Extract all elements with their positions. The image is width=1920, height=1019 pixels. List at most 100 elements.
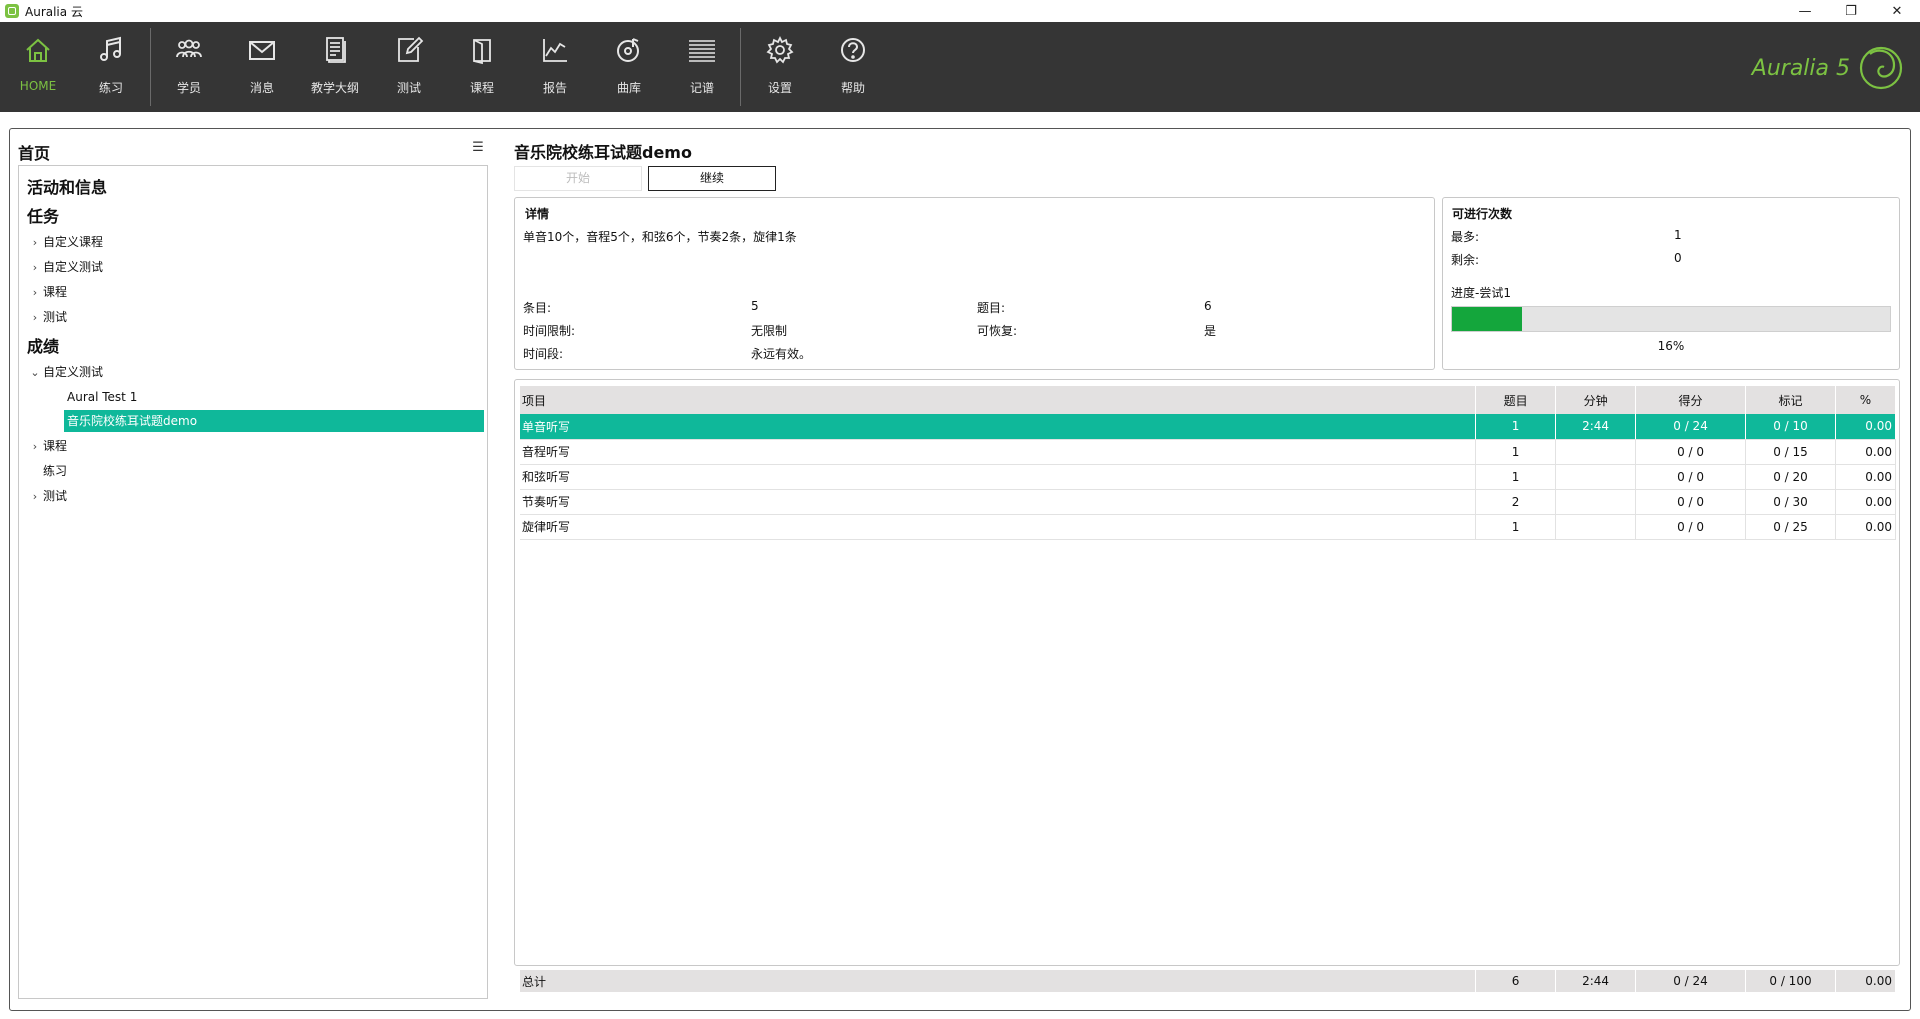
navigation-tree <box>18 165 488 999</box>
questions-value: 6 <box>1204 299 1212 313</box>
tree-item-label: 练习 <box>43 464 68 478</box>
progress-bar-fill <box>1452 307 1523 331</box>
toolbar-syllabus[interactable]: 教学大纲 <box>298 22 372 112</box>
tree-item-results-custom-test[interactable]: ⌄ 自定义测试 <box>27 361 103 383</box>
details-box <box>514 197 1435 370</box>
toolbar-practice[interactable]: 练习 <box>74 22 148 112</box>
table-cell: 节奏听写 <box>520 489 1477 515</box>
tree-item-label: 自定义测试 <box>43 365 104 379</box>
chevron-down-icon[interactable]: ⌄ <box>27 362 43 384</box>
tree-item-custom-course[interactable]: › 自定义课程 <box>27 231 103 253</box>
toolbar-divider <box>150 28 151 106</box>
toolbar-label: 设置 <box>767 81 792 95</box>
table-cell: 旋律听写 <box>520 514 1477 540</box>
gear-icon <box>766 35 794 64</box>
table-cell: 0 / 0 <box>1635 514 1747 540</box>
restore-button[interactable]: ❐ <box>1828 0 1874 22</box>
table-header-row: 项目 题目 分钟 得分 标记 % <box>520 386 1897 414</box>
toolbar-label: 记谱 <box>689 81 714 95</box>
list-menu-icon[interactable]: ☰ <box>470 141 486 155</box>
chevron-right-icon[interactable]: › <box>27 282 43 304</box>
total-cell: 0 / 100 <box>1745 970 1836 992</box>
main-toolbar: HOME 练习 学员 消息 教学大纲 测试 课程 报告 曲库 记谱 设置 帮助 … <box>0 22 1920 112</box>
tree-item-courses[interactable]: › 课程 <box>27 281 67 303</box>
toolbar-courses[interactable]: 课程 <box>445 22 519 112</box>
results-table: 项目 题目 分钟 得分 标记 % 单音听写 1 2:44 0 / 24 0 / … <box>520 386 1897 540</box>
toolbar-settings[interactable]: 设置 <box>743 22 817 112</box>
tree-item-label: 自定义课程 <box>43 235 104 249</box>
table-cell: 音程听写 <box>520 439 1477 465</box>
tree-item-results-tests[interactable]: › 测试 <box>27 485 67 507</box>
tree-section-results[interactable]: 成绩 <box>27 333 59 357</box>
timelimit-value: 无限制 <box>751 324 788 338</box>
page-title: 音乐院校练耳试题demo <box>514 143 692 162</box>
toolbar-students[interactable]: 学员 <box>152 22 226 112</box>
table-row[interactable]: 节奏听写 2 0 / 0 0 / 30 0.00 <box>520 489 1897 515</box>
table-cell: 0.00 <box>1835 489 1897 515</box>
toolbar-messages[interactable]: 消息 <box>225 22 299 112</box>
table-cell: 1 <box>1475 414 1557 440</box>
period-value: 永远有效。 <box>751 347 812 361</box>
tree-item-aural-test-1[interactable]: Aural Test 1 <box>64 386 484 408</box>
students-icon <box>176 39 202 58</box>
tree-item-custom-test[interactable]: › 自定义测试 <box>27 256 103 278</box>
column-header-percent[interactable]: % <box>1835 386 1897 414</box>
column-header-questions[interactable]: 题目 <box>1475 386 1557 414</box>
table-row[interactable]: 和弦听写 1 0 / 0 0 / 20 0.00 <box>520 464 1897 490</box>
table-row[interactable]: 旋律听写 1 0 / 0 0 / 25 0.00 <box>520 514 1897 540</box>
tree-item-results-courses[interactable]: › 课程 <box>27 435 67 457</box>
details-title: 详情 <box>525 207 550 221</box>
table-cell: 0.00 <box>1835 414 1897 440</box>
tree-item-label: 测试 <box>43 489 68 503</box>
toolbar-label: 曲库 <box>616 81 641 95</box>
close-button[interactable]: ✕ <box>1874 0 1920 22</box>
mail-icon <box>249 41 275 60</box>
window-title: Auralia 云 <box>25 4 83 19</box>
start-button[interactable]: 开始 <box>514 166 642 191</box>
toolbar-label: HOME <box>19 79 57 93</box>
total-cell: 2:44 <box>1555 970 1637 992</box>
continue-button[interactable]: 继续 <box>648 166 776 191</box>
chevron-right-icon[interactable]: › <box>27 232 43 254</box>
test-edit-icon <box>398 36 424 62</box>
table-cell: 1 <box>1475 514 1557 540</box>
tree-item-demo-test[interactable]: 音乐院校练耳试题demo <box>64 410 484 432</box>
total-cell: 总计 <box>520 970 1477 992</box>
table-cell: 和弦听写 <box>520 464 1477 490</box>
table-cell: 0 / 10 <box>1745 414 1836 440</box>
table-cell: 2 <box>1475 489 1557 515</box>
toolbar-library[interactable]: 曲库 <box>592 22 666 112</box>
column-header-marks[interactable]: 标记 <box>1745 386 1836 414</box>
toolbar-home[interactable]: HOME <box>1 22 75 112</box>
table-cell: 2:44 <box>1555 414 1637 440</box>
table-cell: 0 / 15 <box>1745 439 1836 465</box>
tree-section-tasks[interactable]: 任务 <box>27 203 59 227</box>
total-cell: 6 <box>1475 970 1557 992</box>
attempts-title: 可进行次数 <box>1452 207 1513 221</box>
resumable-value: 是 <box>1204 324 1217 338</box>
chevron-right-icon[interactable]: › <box>27 257 43 279</box>
tree-item-results-practice[interactable]: 练习 <box>27 460 67 482</box>
table-row[interactable]: 音程听写 1 0 / 0 0 / 15 0.00 <box>520 439 1897 465</box>
chevron-right-icon[interactable]: › <box>27 307 43 329</box>
table-cell: 0.00 <box>1835 439 1897 465</box>
column-header-score[interactable]: 得分 <box>1635 386 1747 414</box>
tree-item-tests[interactable]: › 测试 <box>27 306 67 328</box>
table-row[interactable]: 单音听写 1 2:44 0 / 24 0 / 10 0.00 <box>520 414 1897 440</box>
items-label: 条目: <box>523 301 552 315</box>
chevron-right-icon[interactable]: › <box>27 436 43 458</box>
column-header-item[interactable]: 项目 <box>520 386 1477 414</box>
toolbar-notation[interactable]: 记谱 <box>665 22 739 112</box>
title-bar: Auralia 云 — ❐ ✕ <box>0 0 1920 22</box>
toolbar-help[interactable]: 帮助 <box>816 22 890 112</box>
table-cell: 0.00 <box>1835 514 1897 540</box>
minimize-button[interactable]: — <box>1782 0 1828 22</box>
tree-section-activity[interactable]: 活动和信息 <box>27 174 107 198</box>
column-header-minutes[interactable]: 分钟 <box>1555 386 1637 414</box>
total-cell: 0 / 24 <box>1635 970 1746 992</box>
toolbar-tests[interactable]: 测试 <box>372 22 446 112</box>
toolbar-reports[interactable]: 报告 <box>518 22 592 112</box>
chevron-right-icon[interactable]: › <box>27 486 43 508</box>
remaining-attempts-value: 0 <box>1674 251 1682 265</box>
book-icon <box>473 39 491 65</box>
